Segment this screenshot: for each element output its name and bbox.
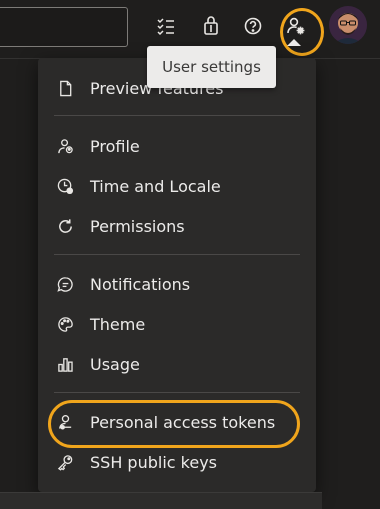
help-icon[interactable] — [240, 13, 266, 39]
menu-item-profile[interactable]: Profile — [38, 127, 316, 165]
menu-item-time-and-locale[interactable]: Time and Locale — [38, 167, 316, 205]
time-locale-icon — [56, 177, 74, 195]
menu-separator — [54, 254, 300, 255]
menu-item-theme[interactable]: Theme — [38, 305, 316, 343]
key-icon — [56, 453, 74, 471]
menu-item-label: SSH public keys — [90, 452, 217, 472]
menu-item-label: Usage — [90, 354, 140, 374]
menu-separator — [54, 392, 300, 393]
search-input[interactable] — [0, 7, 128, 47]
refresh-icon — [56, 217, 74, 235]
menu-item-label: Permissions — [90, 216, 185, 236]
user-settings-tooltip: User settings — [147, 46, 276, 88]
menu-item-ssh-public-keys[interactable]: SSH public keys — [38, 443, 316, 481]
menu-item-usage[interactable]: Usage — [38, 345, 316, 383]
menu-item-label: Notifications — [90, 274, 191, 294]
palette-icon — [56, 315, 74, 333]
tooltip-arrow — [287, 39, 301, 46]
document-icon — [56, 79, 74, 97]
background-panel-edge — [0, 492, 322, 493]
bar-chart-icon — [56, 355, 74, 373]
shopping-bag-icon[interactable] — [198, 13, 224, 39]
menu-item-label: Time and Locale — [90, 176, 221, 196]
background-panel — [0, 492, 322, 509]
menu-item-notifications[interactable]: Notifications — [38, 265, 316, 303]
avatar[interactable] — [329, 6, 367, 44]
profile-icon — [56, 137, 74, 155]
menu-separator — [54, 115, 300, 116]
menu-item-permissions[interactable]: Permissions — [38, 207, 316, 245]
chat-bubble-icon — [56, 275, 74, 293]
task-list-icon[interactable] — [153, 13, 179, 39]
personal-access-tokens-highlight-annotation — [48, 400, 300, 448]
user-settings-highlight-annotation — [280, 8, 324, 56]
menu-item-label: Profile — [90, 136, 140, 156]
menu-item-label: Theme — [90, 314, 146, 334]
